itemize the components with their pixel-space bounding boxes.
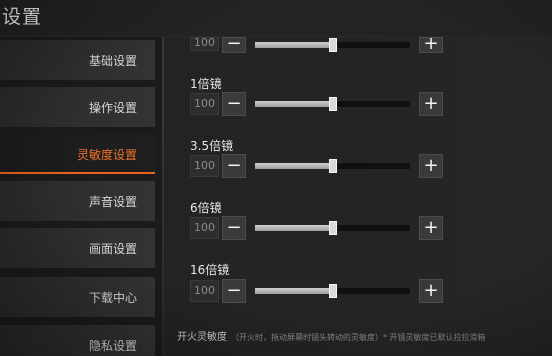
sidebar-item-controls[interactable]: 操作设置	[0, 87, 155, 127]
slider-handle[interactable]	[328, 97, 337, 111]
sidebar-item-label: 画面设置	[88, 241, 137, 256]
sidebar-item-label: 基础设置	[88, 53, 137, 68]
fire-sensitivity-title: 开火灵敏度	[177, 332, 227, 343]
sidebar-item-sensitivity[interactable]: 灵敏度设置	[0, 134, 155, 174]
plus-icon: +	[423, 155, 439, 176]
fire-sensitivity-note: 开火灵敏度 （开火时，拖动屏幕时镜头转动的灵敏度）* 开镜灵敏度已默认拉拉滑箱	[177, 328, 552, 344]
slider-fill	[255, 163, 333, 169]
window-title: 设置	[2, 6, 43, 28]
decrease-button[interactable]: −	[222, 216, 246, 240]
sensitivity-panel	[164, 37, 552, 356]
sidebar-item-label: 声音设置	[88, 194, 137, 209]
minus-icon: −	[226, 37, 242, 53]
fire-sensitivity-description: （开火时，拖动屏幕时镜头转动的灵敏度）* 开镜灵敏度已默认拉拉滑箱	[231, 333, 486, 342]
sidebar-item-graphics[interactable]: 画面设置	[0, 228, 155, 268]
sensitivity-slider[interactable]	[255, 284, 410, 298]
slider-handle[interactable]	[328, 284, 337, 298]
plus-icon: +	[423, 280, 439, 301]
row-label: 6倍镜	[190, 201, 222, 215]
slider-fill	[255, 288, 333, 294]
slider-handle[interactable]	[328, 159, 337, 173]
slider-fill	[255, 225, 333, 231]
row-label: 16倍镜	[190, 263, 230, 277]
increase-button[interactable]: +	[419, 216, 443, 240]
sidebar-item-basic[interactable]: 基础设置	[0, 40, 155, 80]
value-box: 100	[190, 217, 219, 239]
value-box: 100	[190, 37, 219, 51]
sidebar-item-label: 下载中心	[88, 290, 137, 305]
value-box: 100	[190, 93, 219, 115]
sensitivity-slider[interactable]	[255, 97, 410, 111]
sensitivity-slider[interactable]	[255, 221, 410, 235]
decrease-button[interactable]: −	[222, 279, 246, 303]
slider-fill	[255, 42, 333, 48]
minus-icon: −	[226, 155, 242, 176]
slider-fill	[255, 101, 333, 107]
increase-button[interactable]: +	[419, 279, 443, 303]
increase-button[interactable]: +	[419, 154, 443, 178]
sidebar-item-label: 操作设置	[88, 100, 137, 115]
sidebar-item-downloads[interactable]: 下载中心	[0, 277, 155, 317]
settings-window: 设置 基础设置 操作设置 灵敏度设置 声音设置 画面设置 下载中心 隐私设置 1…	[0, 0, 552, 356]
slider-handle[interactable]	[328, 38, 337, 52]
sidebar-item-label: 隐私设置	[88, 338, 137, 353]
plus-icon: +	[423, 217, 439, 238]
row-label: 3.5倍镜	[190, 139, 234, 153]
decrease-button[interactable]: −	[222, 37, 246, 53]
sidebar-item-label: 灵敏度设置	[76, 147, 137, 162]
sensitivity-slider[interactable]	[255, 159, 410, 173]
value-box: 100	[190, 155, 219, 177]
minus-icon: −	[226, 93, 242, 114]
row-label: 1倍镜	[190, 77, 222, 91]
minus-icon: −	[226, 217, 242, 238]
sensitivity-slider[interactable]	[255, 38, 410, 52]
sidebar: 基础设置 操作设置 灵敏度设置 声音设置 画面设置 下载中心 隐私设置	[0, 37, 163, 356]
sidebar-item-sound[interactable]: 声音设置	[0, 181, 155, 221]
plus-icon: +	[423, 37, 439, 53]
slider-handle[interactable]	[328, 221, 337, 235]
value-box: 100	[190, 280, 219, 302]
increase-button[interactable]: +	[419, 92, 443, 116]
increase-button[interactable]: +	[419, 37, 443, 53]
minus-icon: −	[226, 280, 242, 301]
plus-icon: +	[423, 93, 439, 114]
decrease-button[interactable]: −	[222, 92, 246, 116]
decrease-button[interactable]: −	[222, 154, 246, 178]
sidebar-item-privacy[interactable]: 隐私设置	[0, 325, 155, 356]
